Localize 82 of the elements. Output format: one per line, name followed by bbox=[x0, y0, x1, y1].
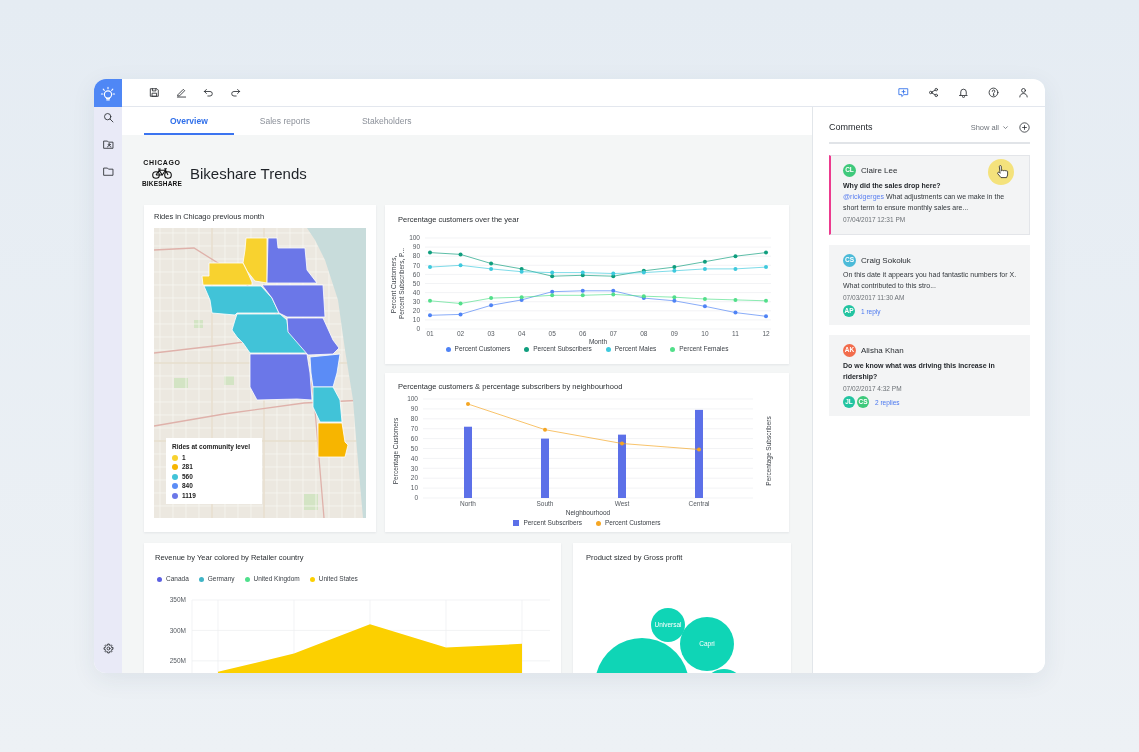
comment-author: Craig Sokoluk bbox=[861, 256, 911, 265]
data-point[interactable] bbox=[489, 261, 494, 266]
neighbourhood-region[interactable] bbox=[261, 284, 326, 318]
data-point[interactable] bbox=[672, 265, 677, 270]
undo-icon[interactable] bbox=[203, 87, 214, 98]
neighbourhood-region[interactable] bbox=[317, 422, 349, 458]
data-point[interactable] bbox=[458, 252, 463, 257]
data-point[interactable] bbox=[580, 293, 585, 298]
data-point[interactable] bbox=[428, 250, 432, 255]
data-point[interactable] bbox=[764, 250, 768, 255]
data-point[interactable] bbox=[489, 303, 494, 308]
share-icon[interactable] bbox=[928, 87, 939, 98]
product-bubble[interactable] bbox=[596, 638, 688, 673]
panel-title: Comments bbox=[829, 122, 873, 132]
data-point[interactable] bbox=[580, 288, 585, 293]
user-icon[interactable] bbox=[1018, 87, 1029, 98]
data-point[interactable] bbox=[458, 312, 463, 317]
tab[interactable]: Overview bbox=[144, 107, 234, 135]
neighbourhood-region[interactable] bbox=[203, 285, 280, 316]
data-point[interactable] bbox=[702, 266, 707, 271]
data-point[interactable] bbox=[702, 259, 707, 264]
data-point[interactable] bbox=[702, 296, 707, 301]
neighbourhood-region[interactable] bbox=[231, 313, 308, 354]
folder-person-icon[interactable] bbox=[102, 139, 114, 150]
tab[interactable]: Sales reports bbox=[233, 107, 336, 135]
search-icon[interactable] bbox=[102, 112, 114, 123]
folder-icon[interactable] bbox=[102, 166, 114, 177]
product-bubble[interactable] bbox=[680, 617, 734, 671]
data-point[interactable] bbox=[550, 274, 555, 279]
data-point[interactable] bbox=[580, 270, 585, 275]
app-logo-icon[interactable] bbox=[94, 79, 122, 107]
data-point[interactable] bbox=[672, 268, 677, 273]
data-point[interactable] bbox=[611, 271, 616, 276]
cursor-icon bbox=[988, 159, 1014, 185]
bar[interactable] bbox=[695, 409, 703, 498]
data-point[interactable] bbox=[764, 265, 768, 270]
tab[interactable]: Stakeholders bbox=[335, 107, 438, 135]
data-point[interactable] bbox=[733, 254, 738, 259]
data-point[interactable] bbox=[428, 298, 432, 303]
data-point[interactable] bbox=[550, 270, 555, 275]
settings-icon[interactable] bbox=[102, 643, 114, 654]
data-point[interactable] bbox=[733, 297, 738, 302]
data-point[interactable] bbox=[428, 313, 432, 318]
data-point[interactable] bbox=[764, 298, 768, 303]
data-point[interactable] bbox=[466, 401, 470, 406]
data-point[interactable] bbox=[458, 263, 463, 268]
data-point[interactable] bbox=[733, 310, 738, 315]
data-point[interactable] bbox=[543, 427, 547, 432]
pencil-icon[interactable] bbox=[176, 87, 187, 98]
data-point[interactable] bbox=[672, 295, 677, 300]
dashboard-title: Bikeshare Trends bbox=[190, 164, 307, 182]
data-point[interactable] bbox=[702, 304, 707, 309]
bar[interactable] bbox=[618, 434, 626, 498]
neighbourhood-region[interactable] bbox=[309, 353, 341, 388]
neighbourhood-region[interactable] bbox=[286, 317, 340, 356]
bicycle-icon bbox=[152, 168, 172, 179]
data-point[interactable] bbox=[428, 265, 432, 270]
data-point[interactable] bbox=[489, 296, 494, 301]
data-point[interactable] bbox=[764, 314, 768, 319]
data-point[interactable] bbox=[519, 269, 524, 274]
redo-icon[interactable] bbox=[230, 87, 241, 98]
help-icon[interactable] bbox=[988, 87, 999, 98]
data-point[interactable] bbox=[489, 266, 494, 271]
data-point[interactable] bbox=[611, 288, 616, 293]
add-icon[interactable] bbox=[1019, 121, 1030, 133]
neighbourhood-region[interactable] bbox=[266, 237, 318, 284]
neighbourhood-region[interactable] bbox=[249, 353, 313, 401]
data-point[interactable] bbox=[550, 289, 555, 294]
comment-author: Claire Lee bbox=[861, 166, 898, 175]
comment-author: Alisha Khan bbox=[861, 346, 904, 355]
data-point[interactable] bbox=[550, 293, 555, 298]
data-point[interactable] bbox=[458, 301, 463, 306]
data-point[interactable] bbox=[519, 266, 524, 271]
data-point[interactable] bbox=[733, 266, 738, 271]
chevron-down-icon bbox=[1002, 123, 1009, 131]
product-bubble[interactable] bbox=[651, 608, 685, 642]
bell-icon[interactable] bbox=[958, 87, 969, 98]
comment-plus-icon[interactable] bbox=[898, 87, 909, 98]
data-point[interactable] bbox=[620, 441, 624, 446]
data-point[interactable] bbox=[697, 447, 701, 452]
product-bubble[interactable] bbox=[711, 669, 737, 673]
data-point[interactable] bbox=[611, 292, 616, 297]
